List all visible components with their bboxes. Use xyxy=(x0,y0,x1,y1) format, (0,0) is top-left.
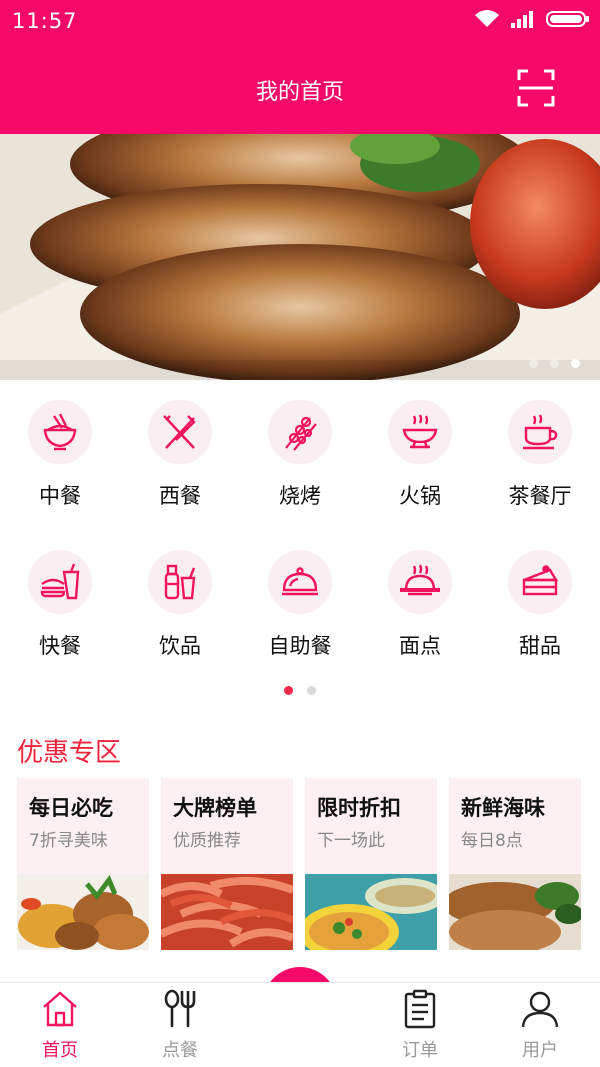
category-label: 快餐 xyxy=(39,634,81,658)
category-western[interactable]: 西餐 xyxy=(120,380,240,508)
cloche-icon xyxy=(282,567,318,596)
wifi-icon xyxy=(475,10,499,27)
bun-icon xyxy=(400,564,440,596)
soup-photo xyxy=(305,874,437,950)
promo-card-subtitle: 优质推荐 xyxy=(173,831,241,851)
scan-icon xyxy=(517,69,555,107)
category-label: 自助餐 xyxy=(268,634,332,658)
category-label: 中餐 xyxy=(39,484,81,508)
rice-bowl-icon xyxy=(43,413,77,451)
promo-card-subtitle: 每日8点 xyxy=(461,831,523,851)
category-label: 饮品 xyxy=(159,634,201,658)
category-label: 烧烤 xyxy=(279,484,321,508)
clipboard-icon xyxy=(404,989,436,1029)
fork-knife-icon xyxy=(163,415,196,449)
user-icon xyxy=(521,991,559,1028)
category-page-indicator xyxy=(0,686,600,695)
promo-card-daily[interactable]: 每日必吃 7折寻美味 xyxy=(17,778,149,950)
home-icon xyxy=(43,991,77,1027)
nav-label: 首页 xyxy=(42,1040,78,1061)
nav-order-food[interactable]: 点餐 xyxy=(120,983,240,1067)
promo-card-title: 每日必吃 xyxy=(29,796,113,820)
category-dessert[interactable]: 甜品 xyxy=(480,530,600,658)
banner-dot-active[interactable] xyxy=(571,359,580,368)
promo-card-subtitle: 7折寻美味 xyxy=(29,831,108,851)
banner-carousel[interactable] xyxy=(0,134,600,380)
category-buffet[interactable]: 自助餐 xyxy=(240,530,360,658)
nav-orders[interactable]: 订单 xyxy=(360,983,480,1067)
promo-card-title: 限时折扣 xyxy=(317,796,401,820)
promo-card-title: 新鲜海味 xyxy=(461,796,545,820)
category-bbq[interactable]: 烧烤 xyxy=(240,380,360,508)
promo-section-title: 优惠专区 xyxy=(17,738,122,768)
category-chinese[interactable]: 中餐 xyxy=(0,380,120,508)
signal-icon xyxy=(511,11,533,28)
fried-chicken-photo xyxy=(17,874,149,950)
nav-user[interactable]: 用户 xyxy=(480,983,600,1067)
promo-card-subtitle: 下一场此 xyxy=(317,831,385,851)
nav-label: 用户 xyxy=(522,1040,558,1061)
promo-cards: 每日必吃 7折寻美味 大牌榜单 优质推荐 限时折扣 下一场此 新鲜海味 每日8点 xyxy=(17,778,587,950)
app-header: 我的首页 xyxy=(0,44,600,134)
status-bar: 11:57 xyxy=(0,0,600,44)
hotpot-icon xyxy=(402,414,438,449)
category-tea[interactable]: 茶餐厅 xyxy=(480,380,600,508)
banner-dot[interactable] xyxy=(529,359,538,368)
promo-card-seafood[interactable]: 新鲜海味 每日8点 xyxy=(449,778,581,950)
page-dot[interactable] xyxy=(307,686,316,695)
banner-dot[interactable] xyxy=(550,359,559,368)
grill-photo xyxy=(449,874,581,950)
battery-icon xyxy=(546,11,589,27)
scan-button[interactable] xyxy=(516,68,556,108)
page-title: 我的首页 xyxy=(255,80,344,105)
category-label: 面点 xyxy=(399,634,441,658)
status-time: 11:57 xyxy=(12,9,78,33)
promo-card-discount[interactable]: 限时折扣 下一场此 xyxy=(305,778,437,950)
fast-food-icon xyxy=(40,563,80,600)
shrimp-photo xyxy=(161,874,293,950)
category-hotpot[interactable]: 火锅 xyxy=(360,380,480,508)
category-pastry[interactable]: 面点 xyxy=(360,530,480,658)
category-label: 西餐 xyxy=(159,484,201,508)
category-label: 火锅 xyxy=(399,484,441,508)
promo-card-title: 大牌榜单 xyxy=(173,796,257,820)
category-grid: 中餐 西餐 烧烤 火锅 茶餐厅 快餐 饮品 自助餐 面点 甜品 xyxy=(0,380,600,710)
category-drinks[interactable]: 饮品 xyxy=(120,530,240,658)
skewer-icon xyxy=(285,416,317,451)
nav-label: 点餐 xyxy=(162,1040,198,1061)
bottom-nav: 首页 点餐 订单 用户 xyxy=(0,982,600,1067)
category-label: 茶餐厅 xyxy=(508,484,572,508)
banner-indicator xyxy=(529,359,580,368)
nav-label: 订单 xyxy=(402,1040,438,1061)
page-dot-active[interactable] xyxy=(284,686,293,695)
utensils-icon xyxy=(164,989,196,1027)
nav-home[interactable]: 首页 xyxy=(0,983,120,1067)
tea-cup-icon xyxy=(523,414,558,450)
category-fastfood[interactable]: 快餐 xyxy=(0,530,120,658)
category-label: 甜品 xyxy=(519,634,561,658)
cake-icon xyxy=(522,565,559,596)
promo-card-ranking[interactable]: 大牌榜单 优质推荐 xyxy=(161,778,293,950)
banner-image xyxy=(0,134,600,380)
status-icons xyxy=(474,9,590,29)
drinks-icon xyxy=(164,564,196,600)
